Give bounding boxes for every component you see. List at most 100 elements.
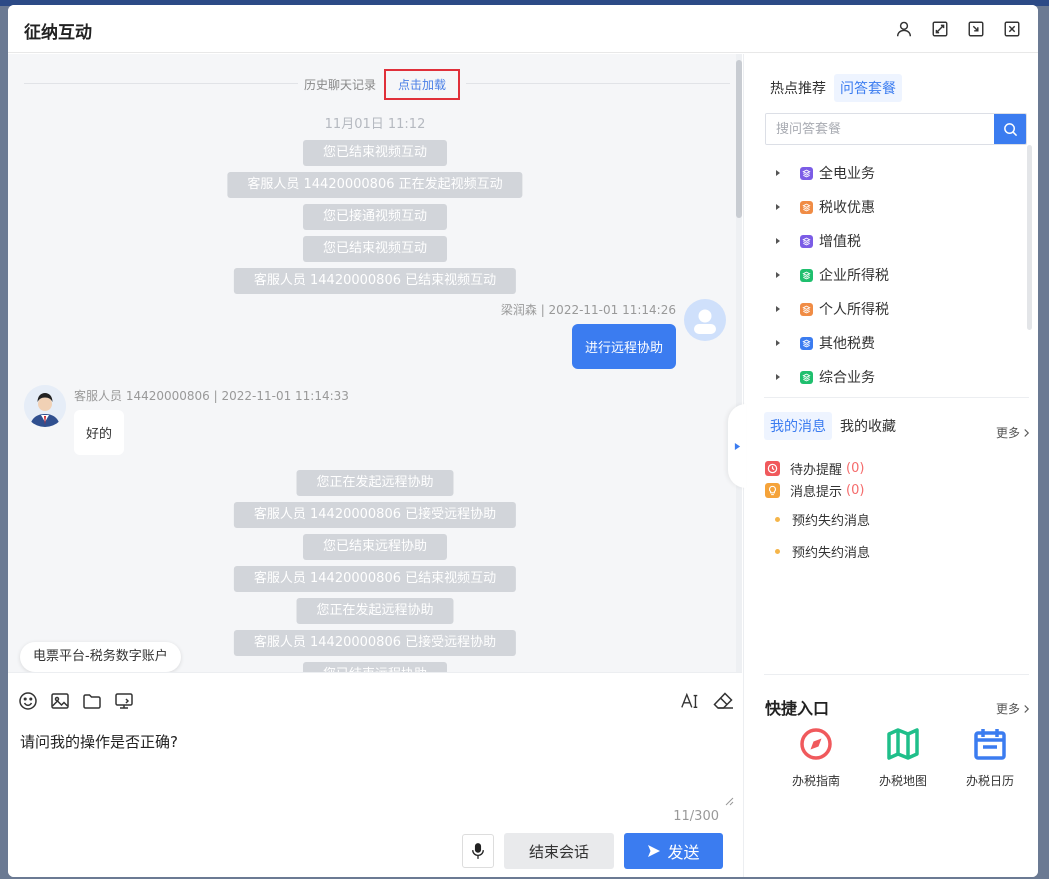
tree-item[interactable]: 税收优惠 [774,190,889,224]
package-icon [800,268,813,282]
screenshot-icon[interactable] [114,689,146,713]
tree-item[interactable]: 个人所得税 [774,292,889,326]
user-message-meta: 梁润森 | 2022-11-01 11:14:26 [500,303,676,317]
system-message: 您已结束远程协助 [302,534,448,560]
quick-more-link[interactable]: 更多 [996,700,1030,717]
history-bar: 历史聊天记录 点击加载 [298,68,467,100]
messages-more-label: 更多 [995,426,1020,440]
voice-button[interactable] [462,834,494,868]
todo-reminder-item[interactable]: 待办提醒 (0) [765,459,864,478]
sub-message-label: 预约失约消息 [792,546,871,561]
tree-item[interactable]: 综合业务 [774,360,889,394]
tree-item-label: 个人所得税 [819,302,889,318]
chat-history: 历史聊天记录 点击加载 11月01日 11:12 您已结束视频互动 客服人员 1… [8,54,742,672]
system-message: 您已接通视频互动 [302,204,448,230]
panel-divider [764,674,1029,675]
history-label: 历史聊天记录 [304,77,377,92]
search-button[interactable] [994,114,1026,144]
todo-reminder-label: 待办提醒 [790,463,843,478]
caret-right-icon[interactable] [774,305,782,313]
map-icon [887,728,919,760]
chat-dialog: 征纳互动 历史聊天记录 点击加载 11月01日 11:12 您已结束视频互动 客… [8,5,1038,877]
system-message: 您已结束视频互动 [302,236,448,262]
eraser-icon[interactable] [709,689,737,713]
qa-tree-scrollbar[interactable] [1027,145,1032,330]
package-icon [800,234,813,248]
caret-right-icon[interactable] [774,237,782,245]
tab-hot-recommend[interactable]: 热点推荐 [764,74,832,102]
lightbulb-icon [765,483,780,498]
send-button[interactable]: 发送 [624,833,723,869]
compass-icon [800,728,832,760]
font-size-icon[interactable] [676,689,704,713]
package-icon [800,166,813,180]
message-input[interactable]: 请问我的操作是否正确? [20,731,734,797]
maximize-icon[interactable] [922,17,958,41]
qa-search-box [765,113,1027,145]
package-icon [800,302,813,316]
send-label: 发送 [667,843,700,862]
tab-my-messages[interactable]: 我的消息 [764,412,832,440]
caret-right-icon[interactable] [774,203,782,211]
list-item[interactable]: 预约失约消息 [775,510,870,529]
emoji-icon[interactable] [18,689,50,713]
user-icon[interactable] [886,17,922,41]
calendar-icon [974,729,1006,760]
microphone-icon [472,843,484,859]
tree-item[interactable]: 其他税费 [774,326,889,360]
todo-reminder-count: (0) [846,461,865,476]
caret-right-icon[interactable] [774,373,782,381]
quick-tax-map[interactable]: 办税地图 [873,726,933,789]
quick-tax-guide[interactable]: 办税指南 [786,726,846,789]
tree-item[interactable]: 全电业务 [774,156,889,190]
minimize-to-tray-icon[interactable] [958,17,994,41]
system-message: 您正在发起远程协助 [296,598,454,624]
end-session-button[interactable]: 结束会话 [504,833,614,869]
qa-category-tree: 全电业务税收优惠增值税企业所得税个人所得税其他税费综合业务 [774,156,889,394]
input-area: 请问我的操作是否正确? 11/300 结束会话 发送 [8,672,742,877]
chat-scrollbar-thumb[interactable] [736,60,742,218]
messages-more-link[interactable]: 更多 [996,424,1030,441]
close-icon[interactable] [994,17,1030,41]
qa-search-input[interactable] [766,114,994,144]
quick-topic-tag[interactable]: 电票平台-税务数字账户 [20,642,181,672]
folder-icon[interactable] [82,689,114,713]
system-message: 客服人员 14420000806 已结束视频互动 [233,566,517,592]
message-notice-item[interactable]: 消息提示 (0) [765,481,864,500]
quick-entry-title: 快捷入口 [765,699,830,718]
system-message: 您已结束视频互动 [302,140,448,166]
title-bar: 征纳互动 [8,5,1038,53]
window-title: 征纳互动 [24,23,92,43]
tree-item-label: 其他税费 [819,336,875,352]
message-notice-label: 消息提示 [790,485,843,500]
tree-item-label: 企业所得税 [819,268,889,284]
time-separator: 11月01日 11:12 [324,117,426,132]
user-avatar [684,299,726,341]
tree-item[interactable]: 增值税 [774,224,889,258]
tree-item[interactable]: 企业所得税 [774,258,889,292]
tab-my-favorites[interactable]: 我的收藏 [834,412,902,440]
caret-right-icon[interactable] [774,271,782,279]
quick-tax-calendar[interactable]: 办税日历 [960,726,1020,789]
system-message: 客服人员 14420000806 已接受远程协助 [233,630,517,656]
tab-qa-package[interactable]: 问答套餐 [834,74,902,102]
package-icon [800,370,813,384]
load-history-link[interactable]: 点击加载 [384,68,461,100]
caret-right-icon[interactable] [774,169,782,177]
caret-right-icon[interactable] [774,339,782,347]
bullet-dot [775,517,780,522]
package-icon [800,200,813,214]
list-item[interactable]: 预约失约消息 [775,542,870,561]
system-message: 客服人员 14420000806 正在发起视频互动 [227,172,523,198]
chat-scrollbar[interactable] [736,54,742,672]
send-icon [648,845,661,857]
collapse-panel-toggle[interactable] [728,404,746,488]
image-icon[interactable] [50,689,82,713]
tree-item-label: 税收优惠 [819,200,875,216]
agent-message-bubble: 好的 [74,410,125,455]
search-icon [1003,122,1017,136]
right-panel: 热点推荐 问答套餐 全电业务税收优惠增值税企业所得税个人所得税其他税费综合业务 … [728,54,1038,877]
resize-grip-icon[interactable] [725,791,734,806]
clock-icon [765,461,780,476]
chevron-right-icon [1024,704,1030,713]
